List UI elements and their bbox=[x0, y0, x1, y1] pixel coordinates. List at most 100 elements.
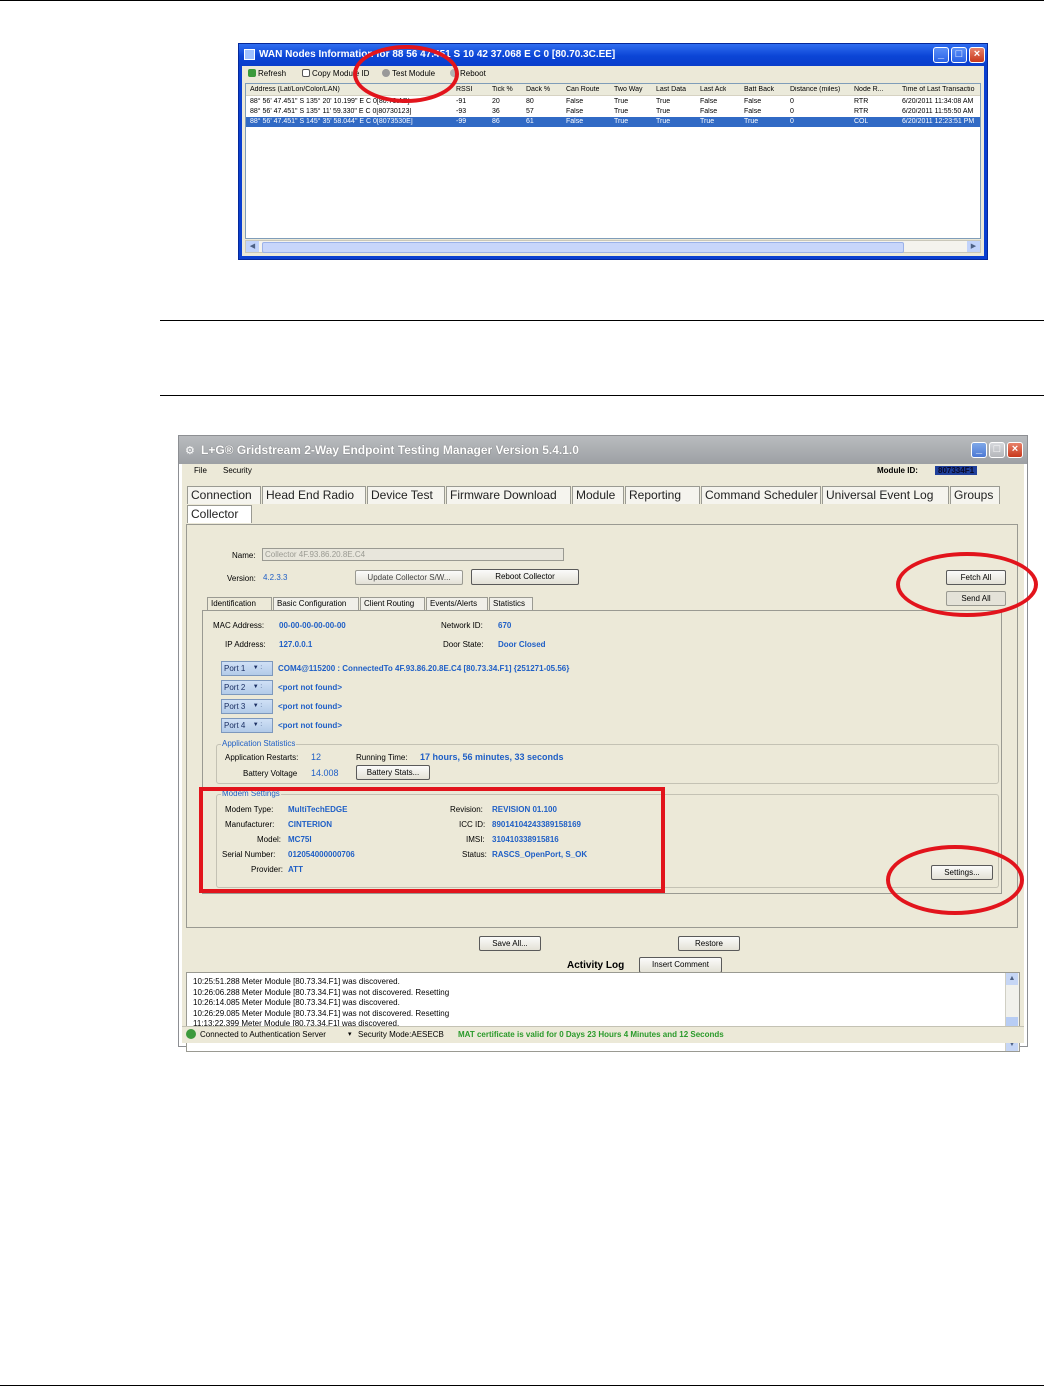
table-cell: -93 bbox=[456, 108, 467, 115]
connected-icon bbox=[186, 1029, 196, 1039]
chevron-down-icon: ▼ : bbox=[252, 665, 262, 671]
restore-button[interactable]: Restore bbox=[678, 936, 740, 951]
app-icon bbox=[244, 49, 255, 60]
table-cell: 61 bbox=[526, 118, 534, 125]
wan-nodes-window: WAN Nodes Information for 88 56 47.451 S… bbox=[238, 43, 988, 260]
table-cell: 88° 56' 47.451" S 145° 35' 58.044" E C 0… bbox=[250, 118, 413, 125]
gridstream-window: ⚙ L+G® Gridstream 2-Way Endpoint Testing… bbox=[178, 435, 1028, 1052]
maximize-icon[interactable]: □ bbox=[989, 442, 1005, 458]
wan-window-titlebar[interactable]: WAN Nodes Information for 88 56 47.451 S… bbox=[239, 44, 987, 66]
scroll-left-icon[interactable]: ◀ bbox=[246, 241, 259, 252]
version-label: Version: bbox=[227, 574, 256, 583]
column-header[interactable]: Can Route bbox=[566, 86, 599, 93]
table-cell: False bbox=[744, 108, 762, 115]
maximize-icon[interactable]: □ bbox=[951, 47, 967, 63]
annotation-ellipse-fetch-all bbox=[896, 552, 1038, 617]
column-header[interactable]: Tick % bbox=[492, 86, 513, 93]
battery-stats-button[interactable]: Battery Stats... bbox=[356, 765, 430, 780]
table-cell: True bbox=[700, 118, 715, 125]
column-header[interactable]: Dack % bbox=[526, 86, 550, 93]
table-row[interactable]: 88° 56' 47.451" S 145° 35' 58.044" E C 0… bbox=[246, 117, 980, 127]
minimize-icon[interactable]: _ bbox=[933, 47, 949, 63]
refresh-button[interactable]: Refresh bbox=[248, 69, 286, 78]
chevron-down-icon: ▼ : bbox=[252, 684, 262, 690]
tab-connection[interactable]: Connection bbox=[187, 486, 261, 504]
port-status: <port not found> bbox=[278, 721, 342, 730]
table-cell: RTR bbox=[854, 98, 869, 105]
module-id-value: 807334F1 bbox=[935, 466, 978, 475]
collector-name-field[interactable]: Collector 4F.93.86.20.8E.C4 bbox=[262, 548, 564, 561]
port-button[interactable]: Port 1 ▼ : bbox=[221, 661, 273, 676]
restarts-label: Application Restarts: bbox=[225, 753, 299, 762]
divider-rule bbox=[160, 320, 1044, 321]
application-statistics-title: Application Statistics bbox=[221, 739, 297, 748]
main-window-title: L+G® Gridstream 2-Way Endpoint Testing M… bbox=[201, 443, 579, 457]
port-button[interactable]: Port 2 ▼ : bbox=[221, 680, 273, 695]
running-time-value: 17 hours, 56 minutes, 33 seconds bbox=[420, 752, 564, 762]
status-bar: Connected to Authentication Server ▾ Sec… bbox=[182, 1026, 1024, 1043]
refresh-icon bbox=[248, 69, 256, 77]
chevron-down-icon[interactable]: ▾ bbox=[348, 1030, 352, 1038]
column-header[interactable]: Address (Lat/Lon/Color/LAN) bbox=[250, 86, 340, 93]
battery-voltage-label: Battery Voltage bbox=[243, 769, 298, 778]
scroll-up-icon[interactable]: ▲ bbox=[1006, 973, 1018, 985]
table-cell: 86 bbox=[492, 118, 500, 125]
table-cell: 6/20/2011 11:34:08 AM bbox=[902, 98, 974, 105]
table-cell: 80 bbox=[526, 98, 534, 105]
tab-reporting[interactable]: Reporting bbox=[625, 486, 700, 504]
column-header[interactable]: Last Ack bbox=[700, 86, 726, 93]
column-header[interactable]: Time of Last Transactio bbox=[902, 86, 975, 93]
scroll-right-icon[interactable]: ▶ bbox=[967, 241, 980, 252]
annotation-ellipse-test-module bbox=[353, 45, 459, 103]
column-header[interactable]: Distance (miles) bbox=[790, 86, 840, 93]
tab-device-test[interactable]: Device Test bbox=[367, 486, 445, 504]
mac-value: 00-00-00-00-00-00 bbox=[279, 621, 346, 630]
table-cell: 6/20/2011 11:55:50 AM bbox=[902, 108, 974, 115]
table-cell: False bbox=[744, 98, 762, 105]
tab-firmware-download[interactable]: Firmware Download bbox=[446, 486, 571, 504]
application-statistics-group: Application Statistics Application Resta… bbox=[216, 739, 999, 784]
tab-groups[interactable]: Groups bbox=[950, 486, 1000, 504]
tab-head-end-radio[interactable]: Head End Radio bbox=[262, 486, 366, 504]
menu-bar: File Security Module ID: 807334F1 bbox=[182, 464, 1024, 478]
tab-module[interactable]: Module bbox=[572, 486, 624, 504]
table-cell: False bbox=[566, 98, 584, 105]
table-cell: COL bbox=[854, 118, 869, 125]
wan-nodes-grid[interactable]: Address (Lat/Lon/Color/LAN) RSSI Tick % Dac… bbox=[245, 83, 981, 239]
scroll-thumb[interactable] bbox=[262, 242, 904, 253]
column-header[interactable]: Batt Back bbox=[744, 86, 774, 93]
tab-universal-event-log[interactable]: Universal Event Log bbox=[822, 486, 949, 504]
subtab-client-routing[interactable]: Client Routing bbox=[360, 597, 425, 610]
column-header[interactable]: RSSI bbox=[456, 86, 472, 93]
subtab-basic-configuration[interactable]: Basic Configuration bbox=[273, 597, 359, 610]
table-row[interactable]: 88° 56' 47.451" S 135° 11' 59.330" E C 0… bbox=[246, 107, 980, 117]
close-icon[interactable]: × bbox=[969, 47, 985, 63]
subtab-events-alerts[interactable]: Events/Alerts bbox=[426, 597, 488, 610]
tab-command-scheduler[interactable]: Command Scheduler bbox=[701, 486, 821, 504]
table-cell: 0 bbox=[790, 118, 794, 125]
menu-file[interactable]: File bbox=[194, 466, 207, 475]
subtab-identification[interactable]: Identification bbox=[207, 597, 272, 610]
horizontal-scrollbar[interactable]: ◀ ▶ bbox=[245, 240, 981, 253]
divider-rule bbox=[160, 395, 1044, 396]
port-button[interactable]: Port 4 ▼ : bbox=[221, 718, 273, 733]
table-row[interactable]: 88° 56' 47.451" S 135° 20' 10.199" E C 0… bbox=[246, 97, 980, 107]
main-window-titlebar[interactable]: ⚙ L+G® Gridstream 2-Way Endpoint Testing… bbox=[179, 436, 1027, 464]
grid-header: Address (Lat/Lon/Color/LAN) RSSI Tick % Dac… bbox=[246, 84, 980, 96]
menu-security[interactable]: Security bbox=[223, 466, 252, 475]
column-header[interactable]: Last Data bbox=[656, 86, 686, 93]
subtab-statistics[interactable]: Statistics bbox=[489, 597, 533, 610]
save-all-button[interactable]: Save All... bbox=[479, 936, 541, 951]
column-header[interactable]: Two Way bbox=[614, 86, 643, 93]
insert-comment-button[interactable]: Insert Comment bbox=[639, 957, 722, 973]
bottom-rule bbox=[0, 1385, 1044, 1386]
door-state-value: Door Closed bbox=[498, 640, 546, 649]
minimize-icon[interactable]: _ bbox=[971, 442, 987, 458]
update-collector-button[interactable]: Update Collector S/W... bbox=[355, 570, 463, 585]
column-header[interactable]: Node R... bbox=[854, 86, 884, 93]
reboot-collector-button[interactable]: Reboot Collector bbox=[471, 569, 579, 585]
close-icon[interactable]: × bbox=[1007, 442, 1023, 458]
port-button[interactable]: Port 3 ▼ : bbox=[221, 699, 273, 714]
tab-collector[interactable]: Collector bbox=[187, 505, 252, 523]
table-cell: False bbox=[700, 98, 718, 105]
